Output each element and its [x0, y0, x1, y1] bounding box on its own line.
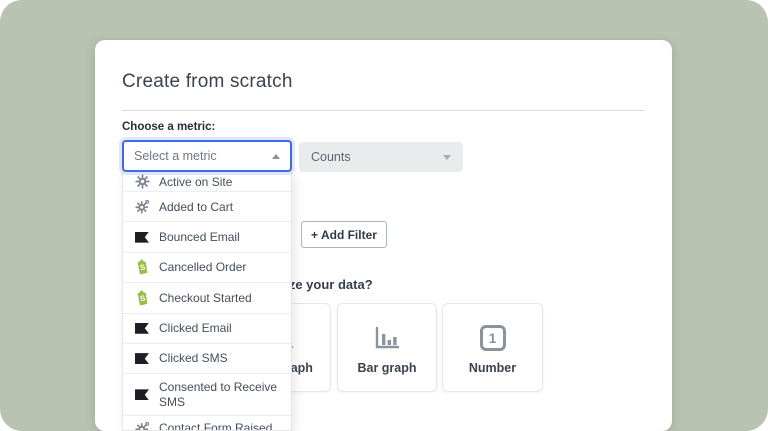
metric-select[interactable]: Select a metric	[122, 140, 292, 172]
divider	[122, 110, 645, 111]
shopify-bag-icon: S	[134, 290, 150, 306]
chevron-up-icon	[272, 153, 280, 159]
metric-dropdown-list: Active on Site Added to Cart Bounced Ema…	[122, 172, 292, 431]
metric-option-contact-form-raised[interactable]: Contact Form Raised	[123, 416, 291, 431]
metric-option-bounced-email[interactable]: Bounced Email	[123, 222, 291, 253]
metric-option-label: Contact Form Raised	[159, 421, 273, 431]
bar-graph-icon	[373, 321, 401, 355]
metric-option-checkout-started[interactable]: S Checkout Started	[123, 283, 291, 314]
metric-option-label: Added to Cart	[159, 199, 234, 214]
shopify-bag-icon: S	[134, 259, 150, 275]
viz-option-number[interactable]: 1 Number	[442, 303, 543, 392]
klaviyo-flag-icon	[134, 353, 150, 365]
metric-option-clicked-email[interactable]: Clicked Email	[123, 314, 291, 344]
gear-icon	[134, 199, 150, 214]
screenshot-background: Create from scratch Choose a metric: How…	[0, 0, 768, 431]
metric-option-label: Consented to Receive SMS	[159, 380, 278, 409]
chevron-down-icon	[443, 154, 451, 160]
choose-metric-label: Choose a metric:	[122, 121, 216, 133]
metric-option-added-to-cart[interactable]: Added to Cart	[123, 192, 291, 223]
klaviyo-flag-icon	[134, 389, 150, 401]
aggregation-select[interactable]: Counts	[299, 142, 463, 172]
viz-option-label: Number	[468, 361, 517, 375]
metric-option-active-on-site[interactable]: Active on Site	[123, 172, 291, 192]
metric-option-label: Clicked SMS	[159, 351, 228, 366]
gear-icon	[134, 174, 150, 189]
metric-select-placeholder: Select a metric	[134, 149, 217, 163]
metric-option-label: Active on Site	[159, 174, 233, 189]
add-filter-button[interactable]: + Add Filter	[301, 221, 387, 248]
klaviyo-flag-icon	[134, 322, 150, 334]
number-icon: 1	[479, 321, 506, 355]
create-from-scratch-panel: Create from scratch Choose a metric: How…	[95, 40, 672, 431]
viz-option-bar-graph[interactable]: Bar graph	[337, 303, 437, 392]
gear-icon	[134, 421, 150, 430]
metric-option-clicked-sms[interactable]: Clicked SMS	[123, 344, 291, 375]
metric-option-label: Cancelled Order	[159, 260, 247, 275]
metric-option-label: Clicked Email	[159, 321, 232, 336]
metric-option-label: Bounced Email	[159, 229, 240, 244]
metric-option-consented-to-receive-sms[interactable]: Consented to Receive SMS	[123, 374, 291, 417]
metric-option-label: Checkout Started	[159, 290, 252, 305]
aggregation-select-value: Counts	[311, 150, 351, 164]
number-icon-glyph: 1	[488, 330, 497, 346]
metric-option-cancelled-order[interactable]: S Cancelled Order	[123, 253, 291, 284]
viz-option-label: Bar graph	[357, 361, 417, 375]
page-title: Create from scratch	[122, 71, 293, 92]
klaviyo-flag-icon	[134, 231, 150, 243]
